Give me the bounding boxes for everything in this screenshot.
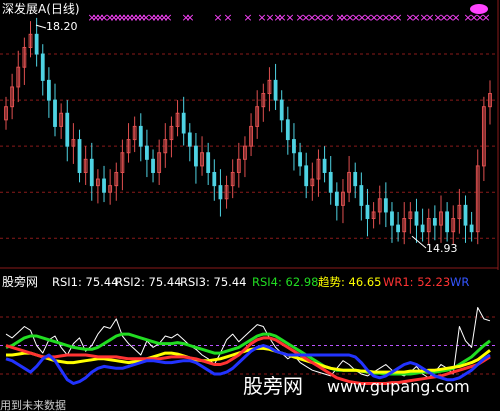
candle-body[interactable] xyxy=(212,171,217,187)
max-price-pointer xyxy=(35,24,47,29)
min-price-label: 14.93 xyxy=(426,242,458,255)
candle-body[interactable] xyxy=(322,158,327,173)
signal-marker: × xyxy=(223,11,232,24)
signal-marker: × xyxy=(451,11,460,24)
bottom-note: 用到未来数据 xyxy=(0,398,66,411)
indicator-value-rsi4: RSI4: 62.98 xyxy=(252,275,318,289)
candle-body[interactable] xyxy=(34,33,39,55)
candle-body[interactable] xyxy=(187,132,192,147)
indicator-value-wr: WR xyxy=(450,275,469,289)
candle-body[interactable] xyxy=(390,211,394,226)
candle-body[interactable] xyxy=(138,125,143,147)
candle-body[interactable] xyxy=(285,119,290,141)
indicator-value-rsi1: RSI1: 75.44 xyxy=(52,275,118,289)
candle-body[interactable] xyxy=(365,204,370,220)
stock-chart[interactable]: ××××××××××××××××××× ×× × × × ××××× ×××××× ×××××… xyxy=(0,0,500,411)
max-price-label: 18.20 xyxy=(46,20,78,33)
candle-body[interactable] xyxy=(353,171,358,187)
signal-marker: × xyxy=(325,11,334,24)
chart-title: 深发展A(日线) xyxy=(2,1,80,16)
candle-body[interactable] xyxy=(181,112,186,134)
candle-body[interactable] xyxy=(304,165,309,187)
candle-body[interactable] xyxy=(206,152,211,173)
candle-body[interactable] xyxy=(273,79,278,101)
candle-body[interactable] xyxy=(46,79,51,101)
candle-body[interactable] xyxy=(298,152,302,167)
candle-body[interactable] xyxy=(463,204,468,226)
signal-marker: × xyxy=(213,11,222,24)
candle-body[interactable] xyxy=(445,211,450,233)
candle-body[interactable] xyxy=(334,191,339,206)
candle-body[interactable] xyxy=(40,53,45,81)
signal-marker: × xyxy=(163,11,172,24)
candle-body[interactable] xyxy=(432,218,437,226)
candle-body[interactable] xyxy=(151,158,155,173)
signal-marker: × xyxy=(393,11,402,24)
candle-body[interactable] xyxy=(469,224,474,233)
candle-body[interactable] xyxy=(359,185,364,206)
candle-body[interactable] xyxy=(53,99,57,127)
candle-body[interactable] xyxy=(218,185,223,200)
series-line-趋势[interactable] xyxy=(6,346,491,374)
signal-ellipse xyxy=(470,4,488,14)
watermark-url: www.gupang.com xyxy=(327,377,470,396)
indicator-name: 股旁网 xyxy=(2,274,38,289)
candle-body[interactable] xyxy=(77,139,82,173)
candle-body[interactable] xyxy=(414,211,419,226)
candle-body[interactable] xyxy=(65,112,70,147)
candle-body[interactable] xyxy=(145,145,149,160)
candle-body[interactable] xyxy=(102,178,106,193)
indicator-value-rsi3: RSI3: 75.44 xyxy=(180,275,246,289)
signal-marker: × xyxy=(243,11,252,24)
candle-body[interactable] xyxy=(89,158,94,187)
candle-body[interactable] xyxy=(383,198,388,213)
min-price-pointer xyxy=(411,235,427,249)
watermark-site: 股旁网 xyxy=(243,374,303,398)
indicator-value-trend: 趋势: 46.65 xyxy=(318,275,381,289)
indicator-value-rsi2: RSI2: 75.44 xyxy=(115,275,181,289)
signal-marker: × xyxy=(185,11,194,24)
signal-marker: × xyxy=(285,11,294,24)
candle-body[interactable] xyxy=(396,224,401,233)
indicator-value-wr1: WR1: 52.23 xyxy=(383,275,450,289)
candle-body[interactable] xyxy=(328,171,333,193)
candle-body[interactable] xyxy=(292,139,296,154)
candle-body[interactable] xyxy=(279,99,284,121)
candle-body[interactable] xyxy=(194,145,198,167)
candle-body[interactable] xyxy=(420,224,425,233)
